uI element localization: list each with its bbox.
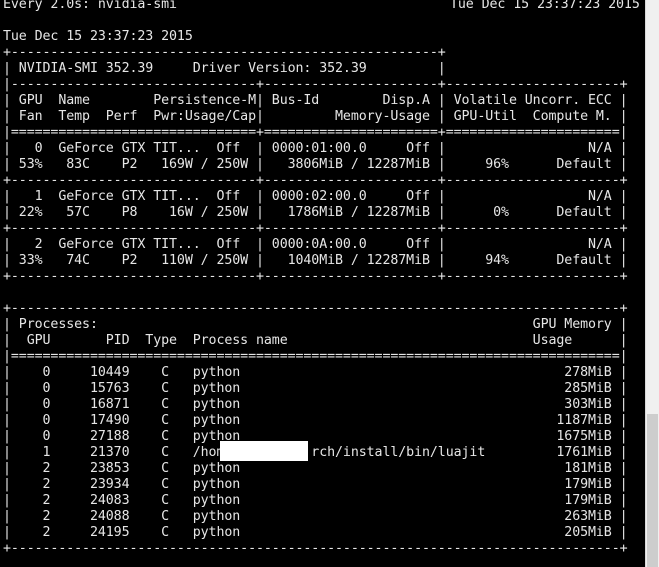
gpu-row-0-line-2: | 53% 83C P2 169W / 250W | 3806MiB / 122… xyxy=(3,157,628,172)
process-row: | 2 24083 C python 179MiB | xyxy=(3,493,628,508)
table-border: +-------------------------------+-------… xyxy=(3,173,628,188)
table-border: +---------------------------------------… xyxy=(3,301,628,316)
process-row: | 2 23934 C python 179MiB | xyxy=(3,477,628,492)
gpu-table-header-row-2: | Fan Temp Perf Pwr:Usage/Cap| Memory-Us… xyxy=(3,109,628,124)
process-row: | 2 24195 C python 205MiB | xyxy=(3,525,628,540)
watch-header-right: Tue Dec 15 23:37:23 2015 xyxy=(450,0,640,12)
process-row: | 2 24088 C python 263MiB | xyxy=(3,509,628,524)
process-row: | 0 15763 C python 285MiB | xyxy=(3,381,628,396)
timestamp-line: Tue Dec 15 23:37:23 2015 xyxy=(3,29,193,44)
table-header-separator: |===============================+=======… xyxy=(3,125,628,140)
scrollbar-thumb[interactable] xyxy=(647,414,658,567)
process-row: | 0 16871 C python 303MiB | xyxy=(3,397,628,412)
table-header-separator: |=======================================… xyxy=(3,349,628,364)
terminal-window[interactable]: Every 2.0s: nvidia-smi Tue Dec 15 23:37:… xyxy=(0,0,659,567)
table-border: +---------------------------------------… xyxy=(3,45,446,60)
process-row: | 0 17490 C python 1187MiB | xyxy=(3,413,628,428)
terminal-output: Every 2.0s: nvidia-smi Tue Dec 15 23:37:… xyxy=(0,0,645,567)
vertical-scrollbar[interactable] xyxy=(645,0,659,567)
process-row: | 0 10449 C python 278MiB | xyxy=(3,365,628,380)
driver-version-line: | NVIDIA-SMI 352.39 Driver Version: 352.… xyxy=(3,61,446,76)
gpu-row-2-line-1: | 2 GeForce GTX TIT... Off | 0000:0A:00.… xyxy=(3,237,628,252)
gpu-row-2-line-2: | 33% 74C P2 110W / 250W | 1040MiB / 122… xyxy=(3,253,628,268)
process-row: | 2 23853 C python 181MiB | xyxy=(3,461,628,476)
redaction-box xyxy=(220,441,308,461)
watch-header-left: Every 2.0s: nvidia-smi xyxy=(3,0,177,12)
processes-title-line: | Processes: GPU Memory | xyxy=(3,317,628,332)
table-border: |-------------------------------+-------… xyxy=(3,77,628,92)
gpu-row-1-line-2: | 22% 57C P8 16W / 250W | 1786MiB / 1228… xyxy=(3,205,628,220)
process-row: | 1 21370 C /hom rch/install/bin/luajit … xyxy=(3,445,628,460)
table-border: +---------------------------------------… xyxy=(3,541,628,556)
processes-header-line: | GPU PID Type Process name Usage | xyxy=(3,333,628,348)
table-border: +-------------------------------+-------… xyxy=(3,221,628,236)
process-row: | 0 27188 C python 1675MiB | xyxy=(3,429,628,444)
gpu-row-0-line-1: | 0 GeForce GTX TIT... Off | 0000:01:00.… xyxy=(3,141,628,156)
table-border: +-------------------------------+-------… xyxy=(3,269,628,284)
gpu-table-header-row-1: | GPU Name Persistence-M| Bus-Id Disp.A … xyxy=(3,93,628,108)
gpu-row-1-line-1: | 1 GeForce GTX TIT... Off | 0000:02:00.… xyxy=(3,189,628,204)
